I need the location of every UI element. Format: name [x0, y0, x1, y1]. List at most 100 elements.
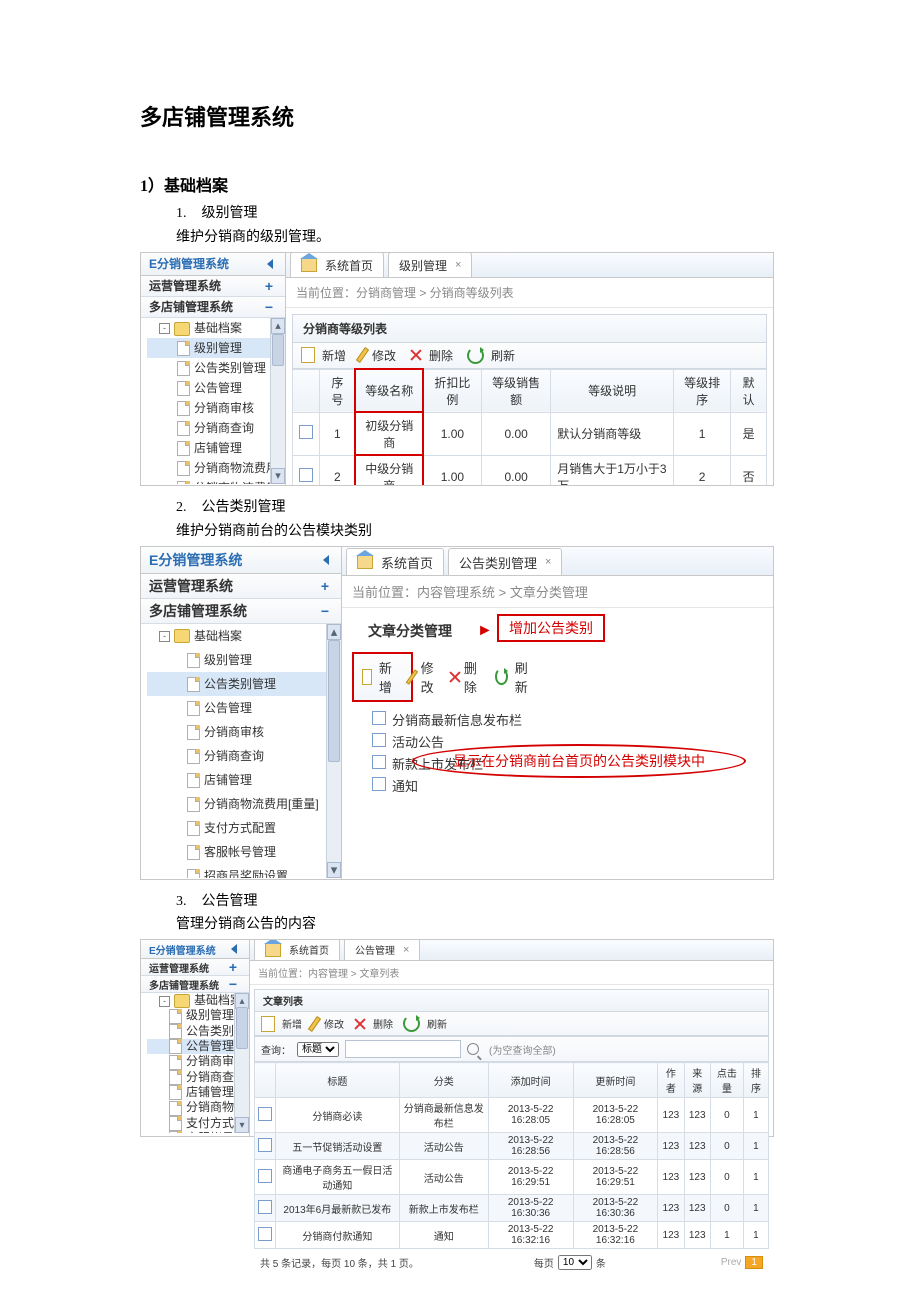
cell[interactable]: [293, 455, 320, 485]
cell[interactable]: [255, 1222, 276, 1249]
tab-active[interactable]: 公告类别管理×: [448, 548, 562, 575]
search-field-select[interactable]: 标题: [297, 1042, 339, 1057]
tree-item[interactable]: 支付方式配置: [147, 816, 341, 840]
checkbox[interactable]: [372, 711, 386, 725]
page-size-select[interactable]: 10: [558, 1255, 592, 1270]
tree-item[interactable]: 分销商物流费用[重量]: [147, 478, 285, 484]
tree-scrollbar[interactable]: ▴ ▾: [270, 318, 285, 484]
sys2-row[interactable]: 多店铺管理系统 −: [141, 297, 285, 318]
tab-home[interactable]: 系统首页: [346, 548, 444, 575]
search-icon[interactable]: [467, 1043, 479, 1055]
expand-icon[interactable]: +: [265, 279, 273, 293]
scroll-thumb[interactable]: [328, 640, 340, 762]
collapse-icon[interactable]: [323, 555, 329, 565]
close-icon[interactable]: ×: [403, 944, 409, 956]
scroll-down-icon[interactable]: ▾: [271, 468, 285, 484]
edit-button[interactable]: 修改: [410, 658, 435, 696]
refresh-button[interactable]: 刷新: [403, 1015, 447, 1032]
tab-home[interactable]: 系统首页: [254, 940, 340, 960]
refresh-button[interactable]: 刷新: [495, 658, 532, 696]
cell[interactable]: [293, 412, 320, 455]
cell[interactable]: [255, 1098, 276, 1133]
edit-button[interactable]: 修改: [360, 347, 396, 364]
sys1-row[interactable]: 运营管理系统 +: [141, 276, 285, 297]
scroll-thumb[interactable]: [236, 1007, 248, 1049]
close-icon[interactable]: ×: [545, 556, 551, 568]
tree-item[interactable]: 分销商审核: [147, 398, 285, 418]
cell[interactable]: [255, 1160, 276, 1195]
tree-item[interactable]: 店铺管理: [147, 438, 285, 458]
checkbox[interactable]: [372, 777, 386, 791]
del-button[interactable]: 删除: [354, 1016, 393, 1031]
tree-item[interactable]: 分销商查询: [147, 418, 285, 438]
minus-box-icon[interactable]: -: [159, 996, 170, 1007]
new-button[interactable]: 新增: [261, 1016, 302, 1032]
tree-item[interactable]: 公告管理: [147, 696, 341, 720]
collapse-icon[interactable]: −: [321, 604, 329, 618]
tree-root[interactable]: -基础档案: [147, 318, 285, 338]
scroll-up-icon[interactable]: ▴: [327, 624, 341, 640]
refresh-button[interactable]: 刷新: [467, 347, 515, 364]
tab-active[interactable]: 公告管理×: [344, 940, 420, 960]
tree-scrollbar[interactable]: ▴ ▾: [234, 993, 249, 1133]
search-input[interactable]: [345, 1040, 461, 1058]
cell[interactable]: [255, 1133, 276, 1160]
cell: 2013-5-22 16:28:05: [573, 1098, 658, 1133]
table-row[interactable]: 2013年6月最新款已发布新款上市发布栏2013-5-22 16:30:3620…: [255, 1195, 769, 1222]
scroll-up-icon[interactable]: ▴: [271, 318, 285, 334]
tree-item[interactable]: 级别管理: [147, 338, 285, 358]
collapse-icon[interactable]: −: [265, 300, 273, 314]
table-row[interactable]: 五一节促销活动设置活动公告2013-5-22 16:28:562013-5-22…: [255, 1133, 769, 1160]
page-1-button[interactable]: 1: [745, 1256, 763, 1269]
expand-icon[interactable]: +: [229, 960, 237, 974]
tree-item[interactable]: 公告类别管理: [147, 358, 285, 378]
table-row[interactable]: 2中级分销商1.000.00月销售大于1万小于3万2否: [293, 455, 767, 485]
tree-item[interactable]: 公告管理: [147, 378, 285, 398]
sys1-row[interactable]: 运营管理系统 +: [141, 959, 249, 976]
tab-active[interactable]: 级别管理×: [388, 253, 472, 277]
table-row[interactable]: 1初级分销商1.000.00默认分销商等级1是: [293, 412, 767, 455]
edit-button[interactable]: 修改: [312, 1016, 344, 1032]
tree-item[interactable]: 公告类别管理: [147, 672, 341, 696]
checkbox[interactable]: [372, 733, 386, 747]
category-item[interactable]: 通知: [372, 776, 773, 798]
expand-icon[interactable]: +: [321, 579, 329, 593]
scroll-down-icon[interactable]: ▾: [235, 1117, 249, 1133]
cell[interactable]: [255, 1195, 276, 1222]
table-row[interactable]: 分销商必读分销商最新信息发布栏2013-5-22 16:28:052013-5-…: [255, 1098, 769, 1133]
tree-item[interactable]: 分销商物流费用[件]: [147, 458, 285, 478]
tree-item[interactable]: 分销商审核: [147, 720, 341, 744]
collapse-icon[interactable]: [267, 259, 273, 269]
tree-item[interactable]: 分销商物流费用[重量]: [147, 792, 341, 816]
tree-item[interactable]: 店铺管理: [147, 768, 341, 792]
table-row[interactable]: 分销商付款通知通知2013-5-22 16:32:162013-5-22 16:…: [255, 1222, 769, 1249]
panel-title: 文章列表: [254, 989, 769, 1012]
category-item[interactable]: 分销商最新信息发布栏: [372, 710, 773, 732]
collapse-icon[interactable]: [231, 944, 237, 954]
del-button[interactable]: 删除: [410, 347, 453, 364]
tree-item[interactable]: 分销商查询: [147, 744, 341, 768]
table-row[interactable]: 商通电子商务五一假日活动通知活动公告2013-5-22 16:29:512013…: [255, 1160, 769, 1195]
minus-box-icon[interactable]: -: [159, 631, 170, 642]
tree-scrollbar[interactable]: ▴ ▾: [326, 624, 341, 878]
cell: 2013-5-22 16:28:56: [488, 1133, 573, 1160]
tree-item[interactable]: 招商员奖励设置: [147, 864, 341, 878]
tree-item[interactable]: 级别管理: [147, 648, 341, 672]
prev-button[interactable]: Prev: [721, 1257, 742, 1268]
checkbox[interactable]: [372, 755, 386, 769]
cell: 是: [731, 412, 767, 455]
scroll-thumb[interactable]: [272, 334, 284, 366]
tab-home[interactable]: 系统首页: [290, 253, 384, 277]
minus-box-icon[interactable]: -: [159, 323, 170, 334]
del-button[interactable]: 删除: [449, 658, 481, 696]
scroll-down-icon[interactable]: ▾: [327, 862, 341, 878]
new-button[interactable]: 新增: [301, 347, 346, 364]
collapse-icon[interactable]: −: [229, 977, 237, 991]
close-icon[interactable]: ×: [455, 259, 461, 271]
sys2-row[interactable]: 多店铺管理系统 −: [141, 599, 341, 624]
tree-item[interactable]: 客服帐号管理: [147, 840, 341, 864]
new-button[interactable]: 新增: [362, 658, 396, 696]
tree-root[interactable]: -基础档案: [147, 624, 341, 648]
sys2-row[interactable]: 多店铺管理系统 −: [141, 976, 249, 993]
sys1-row[interactable]: 运营管理系统 +: [141, 574, 341, 599]
